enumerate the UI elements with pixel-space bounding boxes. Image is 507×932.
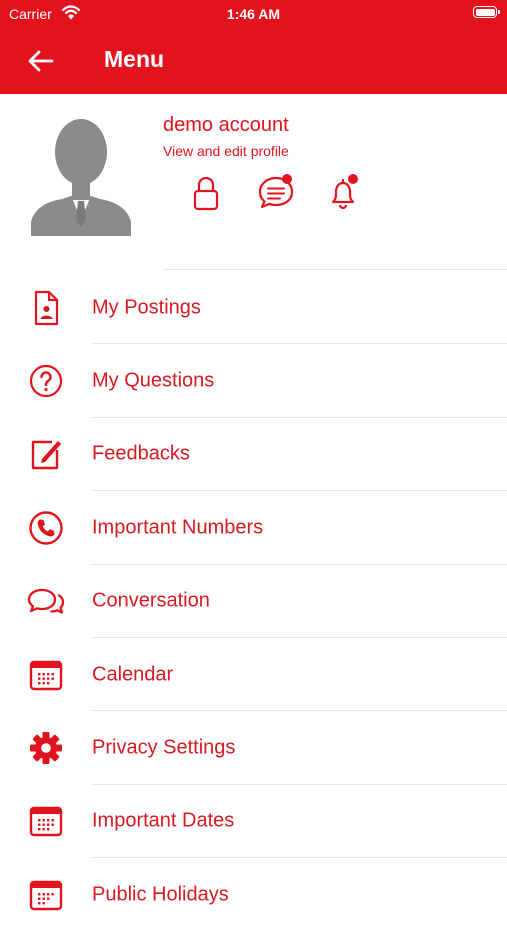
gear-icon — [30, 732, 62, 765]
menu-item-calendar[interactable]: Calendar — [0, 638, 507, 712]
menu-item-label: Conversation — [92, 589, 210, 612]
app-header: Carrier 1:46 AM Menu — [0, 0, 507, 94]
menu-item-feedbacks[interactable]: Feedbacks — [0, 418, 507, 492]
menu-item-label: My Questions — [92, 369, 215, 392]
menu-item-my-questions[interactable]: My Questions — [0, 344, 507, 418]
profile-section: demo account View and edit profile — [0, 94, 507, 271]
menu-item-label: Public Holidays — [92, 883, 229, 906]
menu-item-label: Important Dates — [92, 809, 235, 832]
view-edit-profile-link[interactable]: View and edit profile — [163, 143, 289, 159]
lock-button[interactable] — [186, 172, 226, 212]
phone-circle-icon — [29, 511, 63, 545]
menu-item-public-holidays[interactable]: Public Holidays — [0, 858, 507, 931]
posting-document-icon — [34, 290, 59, 325]
notifications-button[interactable] — [323, 172, 363, 212]
menu-item-important-dates[interactable]: Important Dates — [0, 785, 507, 859]
messages-button[interactable] — [256, 172, 296, 212]
profile-divider — [163, 269, 507, 270]
menu-item-label: Privacy Settings — [92, 736, 236, 759]
holiday-calendar-icon — [29, 880, 63, 911]
menu-item-conversation[interactable]: Conversation — [0, 565, 507, 638]
battery-icon — [473, 6, 500, 18]
menu-item-important-numbers[interactable]: Important Numbers — [0, 491, 507, 565]
menu-item-privacy-settings[interactable]: Privacy Settings — [0, 711, 507, 785]
calendar-dates-icon — [29, 807, 63, 837]
back-button[interactable] — [22, 44, 62, 78]
edit-square-icon — [31, 441, 61, 470]
page-title: Menu — [104, 46, 165, 72]
status-bar: Carrier 1:46 AM — [0, 0, 507, 28]
menu-list: My Postings My Questions Feedbacks Impor… — [0, 271, 507, 932]
chat-bubbles-icon — [27, 589, 65, 614]
calendar-icon — [29, 660, 63, 690]
menu-item-label: My Postings — [92, 296, 201, 319]
menu-item-label: Calendar — [92, 663, 174, 686]
question-circle-icon — [29, 364, 63, 398]
chat-bubble-icon — [258, 174, 294, 209]
menu-item-my-postings[interactable]: My Postings — [0, 271, 507, 345]
menu-item-label: Important Numbers — [92, 516, 264, 539]
lock-icon — [193, 176, 219, 211]
bell-icon — [331, 174, 358, 210]
status-time: 1:46 AM — [226, 6, 281, 22]
arrow-left-icon — [28, 50, 54, 72]
menu-item-label: Feedbacks — [92, 442, 190, 465]
profile-name: demo account — [163, 114, 289, 136]
avatar[interactable] — [28, 110, 134, 236]
